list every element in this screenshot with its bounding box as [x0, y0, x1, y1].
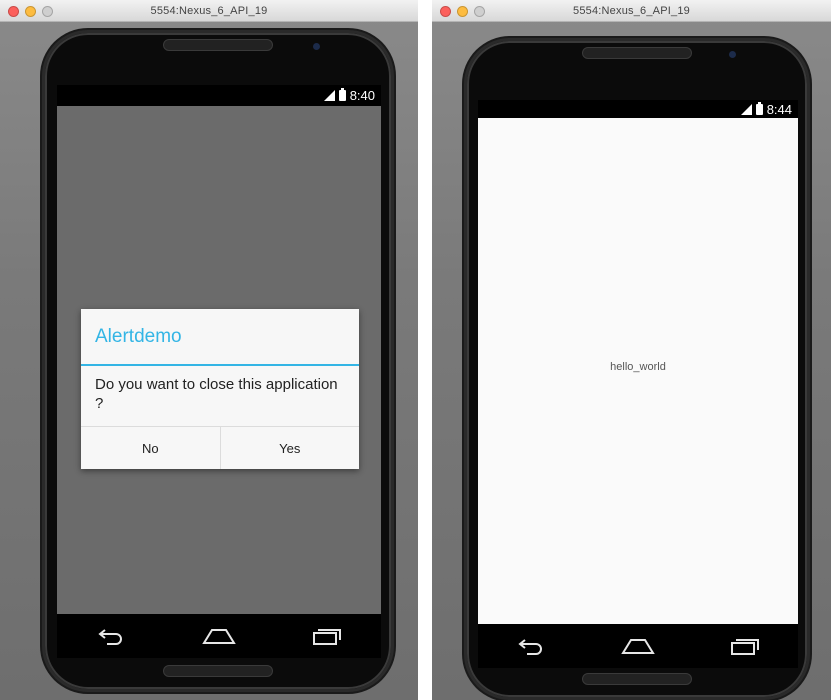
minimize-window-button[interactable]	[457, 6, 468, 17]
window-titlebar[interactable]: 5554:Nexus_6_API_19	[432, 0, 831, 22]
bottom-speaker	[582, 673, 692, 685]
app-screen: hello_world	[478, 118, 798, 624]
zoom-window-button[interactable]	[474, 6, 485, 17]
navigation-bar	[57, 614, 381, 658]
window-title: 5554:Nexus_6_API_19	[573, 4, 690, 17]
battery-icon	[755, 101, 763, 115]
phone-frame: 8:44 hello_world	[464, 38, 810, 700]
alert-dialog: Alertdemo Do you want to close this appl…	[81, 309, 359, 469]
home-button[interactable]	[199, 621, 239, 651]
top-speaker	[163, 39, 273, 51]
window-controls	[440, 6, 485, 17]
battery-icon	[338, 88, 346, 101]
dialog-title: Alertdemo	[81, 309, 359, 366]
dialog-button-bar: No Yes	[81, 426, 359, 469]
home-icon	[202, 629, 236, 644]
front-camera	[313, 43, 320, 50]
app-screen: Alertdemo Do you want to close this appl…	[57, 106, 381, 614]
window-controls	[8, 6, 53, 17]
status-time: 8:40	[349, 88, 375, 103]
back-button[interactable]	[511, 631, 551, 661]
no-button[interactable]: No	[81, 427, 220, 469]
phone-frame: 8:40 Alertdemo Do you want to close this…	[42, 30, 394, 692]
status-bar: 8:44	[478, 100, 798, 118]
top-speaker	[582, 47, 692, 59]
front-camera	[729, 51, 736, 58]
close-window-button[interactable]	[8, 6, 19, 17]
recents-button[interactable]	[307, 621, 347, 651]
recents-icon	[730, 639, 759, 655]
back-icon	[98, 629, 122, 645]
emulator-window-right: 5554:Nexus_6_API_19 8:44 hello_world	[432, 0, 831, 700]
home-icon	[621, 639, 655, 654]
home-button[interactable]	[618, 631, 658, 661]
signal-icon	[740, 103, 752, 115]
minimize-window-button[interactable]	[25, 6, 36, 17]
dialog-message: Do you want to close this application ?	[95, 376, 338, 412]
recents-button[interactable]	[725, 631, 765, 661]
close-window-button[interactable]	[440, 6, 451, 17]
emulator-window-left: 5554:Nexus_6_API_19 8:40 Alertdemo Do yo…	[0, 0, 418, 700]
hello-world-text: hello_world	[610, 361, 666, 373]
navigation-bar	[478, 624, 798, 668]
status-bar: 8:40	[57, 85, 381, 106]
bottom-speaker	[163, 665, 273, 677]
back-button[interactable]	[91, 621, 131, 651]
signal-icon	[323, 90, 335, 101]
status-time: 8:44	[766, 101, 792, 117]
window-title: 5554:Nexus_6_API_19	[150, 4, 268, 17]
back-icon	[518, 639, 543, 655]
window-titlebar[interactable]: 5554:Nexus_6_API_19	[0, 0, 418, 22]
yes-button[interactable]: Yes	[219, 427, 359, 469]
zoom-window-button[interactable]	[42, 6, 53, 17]
recents-icon	[313, 629, 341, 645]
